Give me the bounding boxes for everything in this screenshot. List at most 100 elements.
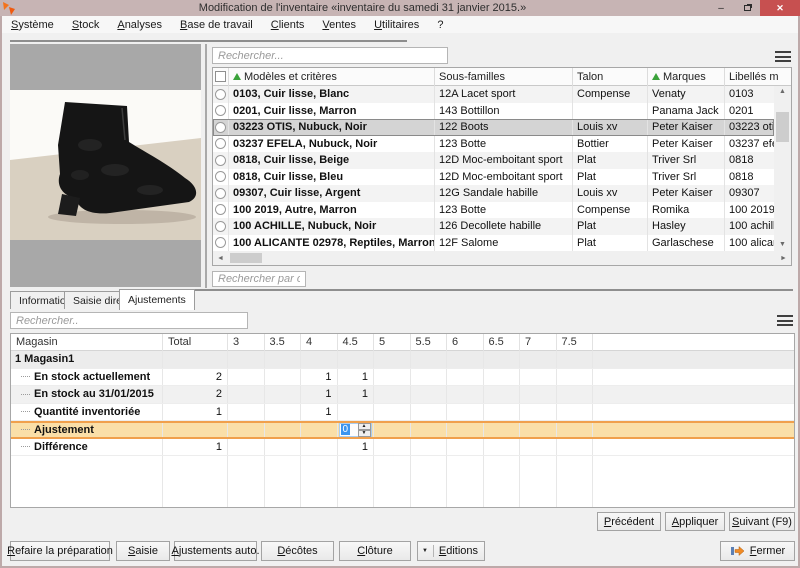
row-radio[interactable] bbox=[215, 237, 226, 249]
row-radio[interactable] bbox=[215, 138, 226, 150]
column-header-subfamilies[interactable]: Sous-familles bbox=[435, 67, 573, 86]
size-value-cell bbox=[228, 386, 265, 403]
row-radio[interactable] bbox=[215, 88, 226, 100]
menu-help[interactable]: ? bbox=[428, 18, 452, 32]
product-row[interactable]: 100 2019, Autre, Marron 123 Botte Compense… bbox=[213, 201, 774, 218]
previous-button[interactable]: Précédent bbox=[597, 512, 661, 531]
size-row-en-stock-au-31-01-2015[interactable]: En stock au 31/01/2015 2 1 1 bbox=[11, 386, 794, 404]
decotes-button[interactable]: Décôtes bbox=[261, 541, 334, 561]
app-window: Modification de l'inventaire «inventaire… bbox=[0, 0, 800, 568]
size-search-input[interactable] bbox=[10, 312, 248, 329]
spinner-down-icon[interactable]: ▼ bbox=[357, 429, 371, 437]
column-header-labels[interactable]: Libellés m bbox=[725, 68, 791, 86]
product-row[interactable]: 100 ALICANTE 02978, Reptiles, Marron 12F … bbox=[213, 234, 774, 251]
menu-clients[interactable]: Clients bbox=[262, 18, 314, 32]
size-column-header: 3.5 bbox=[265, 333, 301, 351]
saisie-button[interactable]: Saisie bbox=[116, 541, 170, 561]
column-header-brands[interactable]: Marques bbox=[648, 67, 725, 86]
cell-brand: Hasley bbox=[648, 218, 725, 235]
scrollbar-thumb[interactable] bbox=[230, 253, 262, 263]
row-radio[interactable] bbox=[215, 204, 226, 216]
menu-ventes[interactable]: Ventes bbox=[313, 18, 365, 32]
exit-icon bbox=[730, 545, 745, 557]
size-row-quantit-inventori-e[interactable]: Quantité inventoriée 1 1 bbox=[11, 403, 794, 421]
row-label-cell: En stock actuellement bbox=[11, 368, 163, 385]
menu-base-de-travail[interactable]: Base de travail bbox=[171, 18, 262, 32]
product-row[interactable]: 0201, Cuir lisse, Marron 143 Bottillon Pan… bbox=[213, 102, 774, 119]
row-label: Quantité inventoriée bbox=[34, 405, 141, 418]
column-header-models[interactable]: Modèles et critères bbox=[229, 67, 435, 86]
size-value-cell bbox=[520, 403, 557, 420]
size-row-diff-rence[interactable]: Différence 1 1 bbox=[11, 438, 794, 456]
row-radio[interactable] bbox=[215, 171, 226, 183]
spinner-buttons: ▲ ▼ bbox=[357, 423, 371, 437]
cell-subfamily: 123 Botte bbox=[435, 201, 573, 218]
scroll-right-icon[interactable]: ► bbox=[776, 255, 791, 262]
close-button[interactable]: ✕ bbox=[760, 0, 800, 16]
tree-branch-icon bbox=[21, 446, 30, 448]
cell bbox=[593, 456, 794, 507]
menu-analyses[interactable]: Analyses bbox=[108, 18, 171, 32]
size-value-cell: 1 bbox=[163, 438, 228, 455]
menu-stock[interactable]: Stock bbox=[63, 18, 109, 32]
row-radio[interactable] bbox=[215, 220, 226, 232]
redo-preparation-button[interactable]: Refaire la préparation bbox=[7, 541, 113, 561]
auto-adjustments-button[interactable]: Ajustements auto. bbox=[171, 541, 260, 561]
next-button[interactable]: Suivant (F9) bbox=[729, 512, 795, 531]
cell-code: 03223 otis bbox=[729, 121, 774, 134]
vertical-splitter[interactable] bbox=[205, 44, 207, 288]
row-radio[interactable] bbox=[215, 105, 226, 117]
spinner-up-icon[interactable]: ▲ bbox=[357, 423, 371, 430]
cell-subfamily: 12D Moc-emboitant sport bbox=[435, 168, 573, 185]
minimize-button[interactable]: – bbox=[708, 0, 734, 16]
scroll-left-icon[interactable]: ◄ bbox=[213, 255, 228, 262]
size-row-ajustement[interactable]: Ajustement 0 ▲ ▼ bbox=[11, 421, 794, 439]
tab-ajustements[interactable]: Ajustements bbox=[119, 289, 195, 310]
product-row[interactable]: 100 ACHILLE, Nubuck, Noir 126 Decollete h… bbox=[213, 218, 774, 235]
cloture-button[interactable]: Clôture bbox=[339, 541, 411, 561]
product-table-menu-icon[interactable] bbox=[774, 50, 792, 63]
cell bbox=[593, 439, 794, 456]
product-row[interactable]: 03237 EFELA, Nubuck, Noir 123 Botte Bottie… bbox=[213, 135, 774, 152]
cell-code: 100 achille bbox=[729, 220, 774, 233]
separator-line bbox=[192, 289, 793, 291]
size-value-cell bbox=[520, 423, 557, 437]
product-row[interactable]: 03223 OTIS, Nubuck, Noir 122 Boots Louis x… bbox=[213, 119, 774, 136]
apply-button[interactable]: Appliquer bbox=[665, 512, 725, 531]
fermer-button[interactable]: Fermer bbox=[720, 541, 795, 561]
product-row[interactable]: 0818, Cuir lisse, Beige 12D Moc-emboitant… bbox=[213, 152, 774, 169]
restore-button[interactable] bbox=[734, 0, 760, 16]
sort-icon bbox=[652, 73, 660, 80]
cell-subfamily: 122 Boots bbox=[435, 119, 573, 136]
size-value-cell bbox=[301, 423, 338, 437]
size-row-en-stock-actuellement[interactable]: En stock actuellement 2 1 1 bbox=[11, 368, 794, 386]
product-search-input[interactable] bbox=[212, 47, 448, 64]
size-table-menu-icon[interactable] bbox=[776, 314, 794, 327]
cell bbox=[301, 351, 338, 368]
row-radio[interactable] bbox=[215, 154, 226, 166]
code-search-input[interactable] bbox=[212, 271, 306, 287]
scrollbar-thumb[interactable] bbox=[776, 112, 789, 142]
size-table: Magasin Total 3 3.5 4 4.5 5 5.5 6 6.5 7 7.5 1 Magas… bbox=[10, 333, 795, 508]
size-value-cell bbox=[411, 368, 447, 385]
vertical-scrollbar[interactable]: ▲ ▼ bbox=[774, 86, 791, 251]
menu-systeme[interactable]: Système bbox=[2, 18, 63, 32]
editions-button[interactable]: ▼ Editions bbox=[417, 541, 485, 561]
store-group-label: 1 Magasin1 bbox=[11, 351, 163, 368]
row-radio[interactable] bbox=[215, 187, 226, 199]
horizontal-scrollbar[interactable]: ◄ ► bbox=[213, 251, 791, 265]
column-header-heel[interactable]: Talon bbox=[573, 67, 648, 86]
menu-utilitaires[interactable]: Utilitaires bbox=[365, 18, 428, 32]
product-row[interactable]: 0103, Cuir lisse, Blanc 12A Lacet sport Co… bbox=[213, 86, 774, 103]
scroll-down-icon[interactable]: ▼ bbox=[775, 239, 790, 251]
store-group-row[interactable]: 1 Magasin1 bbox=[11, 351, 794, 369]
product-row[interactable]: 0818, Cuir lisse, Bleu 12D Moc-emboitant … bbox=[213, 168, 774, 185]
adjustment-spinner[interactable]: 0 ▲ ▼ bbox=[338, 423, 372, 437]
size-value-cell bbox=[557, 403, 593, 420]
scroll-up-icon[interactable]: ▲ bbox=[775, 86, 790, 98]
size-value-cell: 1 bbox=[163, 403, 228, 420]
select-all-checkbox[interactable] bbox=[215, 71, 226, 82]
product-row[interactable]: 09307, Cuir lisse, Argent 12G Sandale hab… bbox=[213, 185, 774, 202]
product-table-header: Modèles et critères Sous-familles Talon … bbox=[213, 67, 791, 86]
row-radio[interactable] bbox=[215, 121, 226, 133]
